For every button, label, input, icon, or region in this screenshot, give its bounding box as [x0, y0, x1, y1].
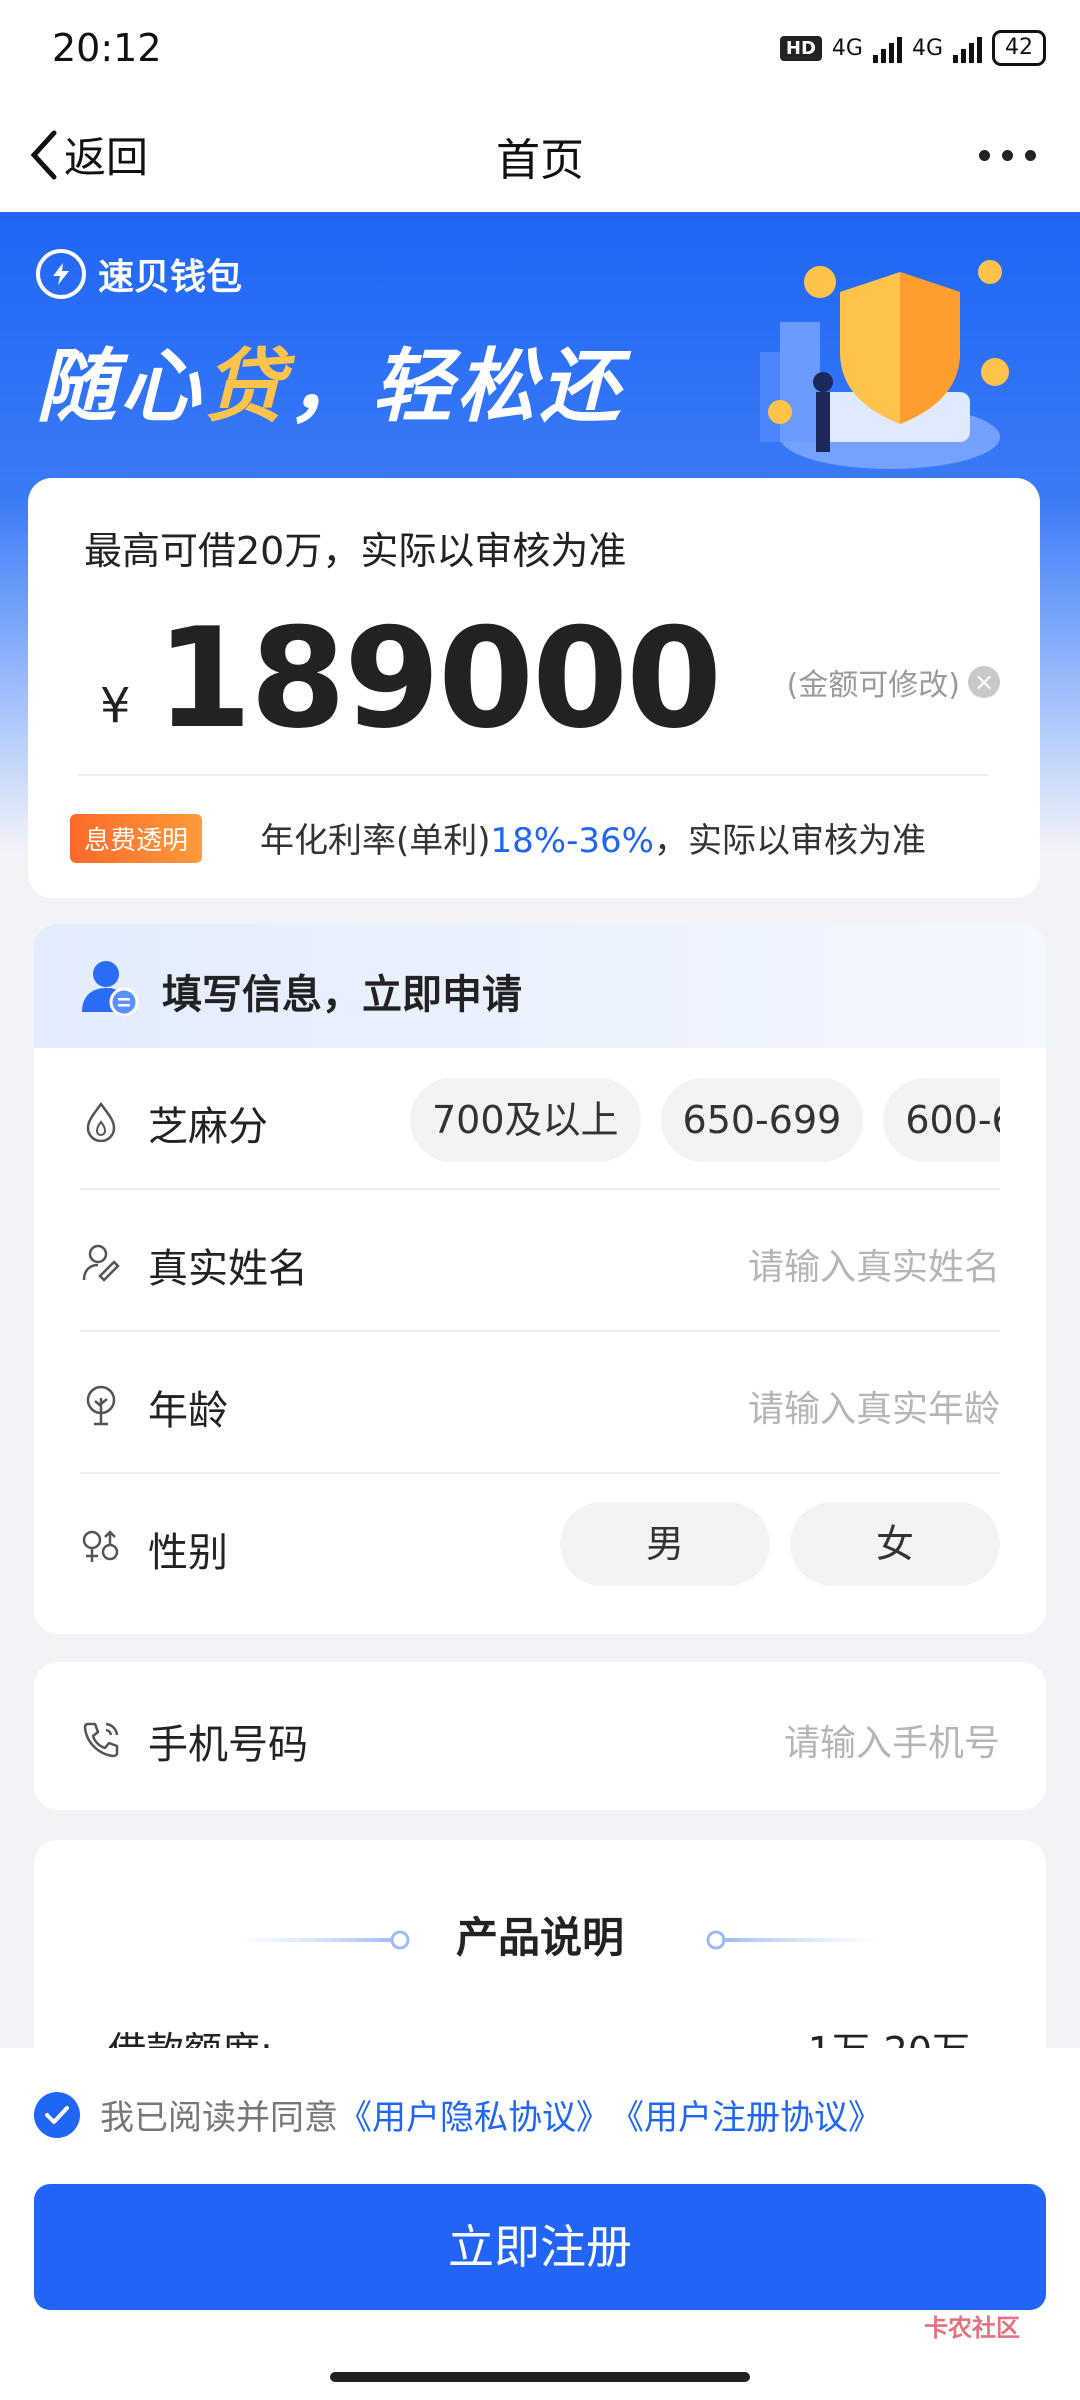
- sesame-options: 700及以上 650-699 600-649: [410, 1078, 1000, 1162]
- sesame-score-row: 芝麻分 700及以上 650-699 600-649: [80, 1048, 1000, 1190]
- phone-row[interactable]: 手机号码 请输入手机号: [80, 1666, 1000, 1808]
- registration-agreement-link[interactable]: 《用户注册协议》: [610, 2090, 882, 2139]
- sesame-option[interactable]: 700及以上: [410, 1078, 641, 1162]
- real-name-row[interactable]: 真实姓名 请输入真实姓名: [80, 1190, 1000, 1332]
- more-button[interactable]: [979, 150, 1036, 161]
- home-indicator[interactable]: [330, 2372, 750, 2382]
- agreement-row: 我已阅读并同意 《用户隐私协议》 《用户注册协议》: [34, 2090, 882, 2139]
- real-name-input[interactable]: 请输入真实姓名: [748, 1238, 1000, 1290]
- sesame-label: 芝麻分: [148, 1104, 268, 1150]
- register-button[interactable]: 立即注册: [34, 2184, 1046, 2310]
- agreement-text: 我已阅读并同意: [100, 2098, 338, 2138]
- tree-icon: [86, 1385, 116, 1426]
- product-title: 产品说明: [455, 1913, 624, 1962]
- status-bar: 20:12 HD 4G 4G 42: [0, 0, 1080, 100]
- rate-badge: 息费透明: [70, 814, 203, 863]
- age-row[interactable]: 年龄 请输入真实年龄: [80, 1332, 1000, 1474]
- application-form-card: 填写信息，立即申请 芝麻分 700及以上 650-699 600-649 真实姓…: [34, 924, 1046, 1634]
- shield-illustration-icon: [760, 260, 1009, 469]
- age-input[interactable]: 请输入真实年龄: [748, 1380, 1000, 1432]
- hd-icon: HD: [779, 35, 822, 61]
- agreement-checkbox[interactable]: [34, 2091, 80, 2138]
- phone-input[interactable]: 请输入手机号: [784, 1714, 1000, 1766]
- chevron-left-icon: [30, 130, 57, 179]
- gender-icon: [82, 1530, 119, 1562]
- back-button[interactable]: 返回: [28, 124, 148, 185]
- form-title: 填写信息，立即申请: [162, 972, 522, 1018]
- sesame-option[interactable]: 600-649: [883, 1078, 1000, 1162]
- bottom-action-bar: 我已阅读并同意 《用户隐私协议》 《用户注册协议》 立即注册 卡农社区: [0, 2048, 1080, 2400]
- more-dot-icon: [1002, 150, 1013, 161]
- rate-text: 年化利率(单利)18%-36%，实际以审核为准: [260, 813, 926, 862]
- gender-option-male[interactable]: 男: [560, 1502, 770, 1586]
- user-edit-icon: [82, 1244, 120, 1282]
- gender-label: 性别: [148, 1530, 228, 1576]
- edit-hint: (金额可修改) ×: [787, 660, 1000, 704]
- privacy-policy-link[interactable]: 《用户隐私协议》: [338, 2090, 610, 2139]
- rate-suffix: ，实际以审核为准: [653, 821, 926, 861]
- page-title: 首页: [496, 135, 584, 186]
- brand-name: 速贝钱包: [98, 257, 243, 298]
- flame-icon: [86, 1101, 116, 1142]
- clear-icon[interactable]: ×: [968, 666, 1000, 698]
- brand: 速贝钱包: [36, 248, 242, 300]
- form-header: 填写信息，立即申请: [34, 924, 1046, 1048]
- max-loan-text: 最高可借20万，实际以审核为准: [84, 529, 627, 573]
- slogan-text: ，轻松还: [288, 340, 624, 433]
- slogan-highlight: 贷: [204, 340, 288, 433]
- network-label-2: 4G: [911, 35, 943, 61]
- divider: [78, 774, 988, 776]
- phone-icon: [83, 1722, 119, 1758]
- edit-hint-text: (金额可修改): [786, 668, 960, 703]
- slogan-text: 随心: [36, 340, 204, 433]
- status-time: 20:12: [52, 26, 162, 70]
- real-name-label: 真实姓名: [148, 1246, 308, 1292]
- gender-row: 性别 男 女: [80, 1474, 1000, 1616]
- status-icons: HD 4G 4G 42: [779, 30, 1046, 66]
- gender-options: 男 女: [560, 1502, 1000, 1586]
- watermark-logo: 卡农社区: [924, 2314, 1020, 2342]
- gender-option-female[interactable]: 女: [790, 1502, 1000, 1586]
- phone-label: 手机号码: [148, 1722, 308, 1768]
- more-dot-icon: [979, 150, 990, 161]
- navigation-bar: 首页 返回: [0, 100, 1080, 212]
- sesame-option[interactable]: 650-699: [660, 1078, 864, 1162]
- loan-amount-card: 最高可借20万，实际以审核为准 ¥ 189000 (金额可修改) × 息费透明 …: [28, 478, 1040, 898]
- user-icon: [82, 961, 139, 1017]
- back-label: 返回: [64, 133, 149, 182]
- banner-slogan: 随心贷，轻松还: [36, 322, 624, 438]
- rate-prefix: 年化利率(单利): [260, 821, 491, 861]
- brand-logo-icon: [36, 249, 86, 299]
- more-dot-icon: [1025, 150, 1036, 161]
- battery-icon: 42: [992, 30, 1046, 66]
- age-label: 年龄: [148, 1388, 228, 1434]
- network-label-1: 4G: [831, 35, 863, 61]
- signal-icon: [872, 33, 902, 63]
- loan-amount-input[interactable]: 189000: [156, 598, 722, 759]
- decorative-line-icon: [706, 1930, 882, 1950]
- currency-symbol: ¥: [100, 678, 131, 734]
- signal-icon: [953, 33, 982, 63]
- rate-range: 18%-36%: [490, 821, 654, 861]
- checkmark-icon: [45, 2105, 69, 2124]
- phone-card: 手机号码 请输入手机号: [34, 1662, 1046, 1810]
